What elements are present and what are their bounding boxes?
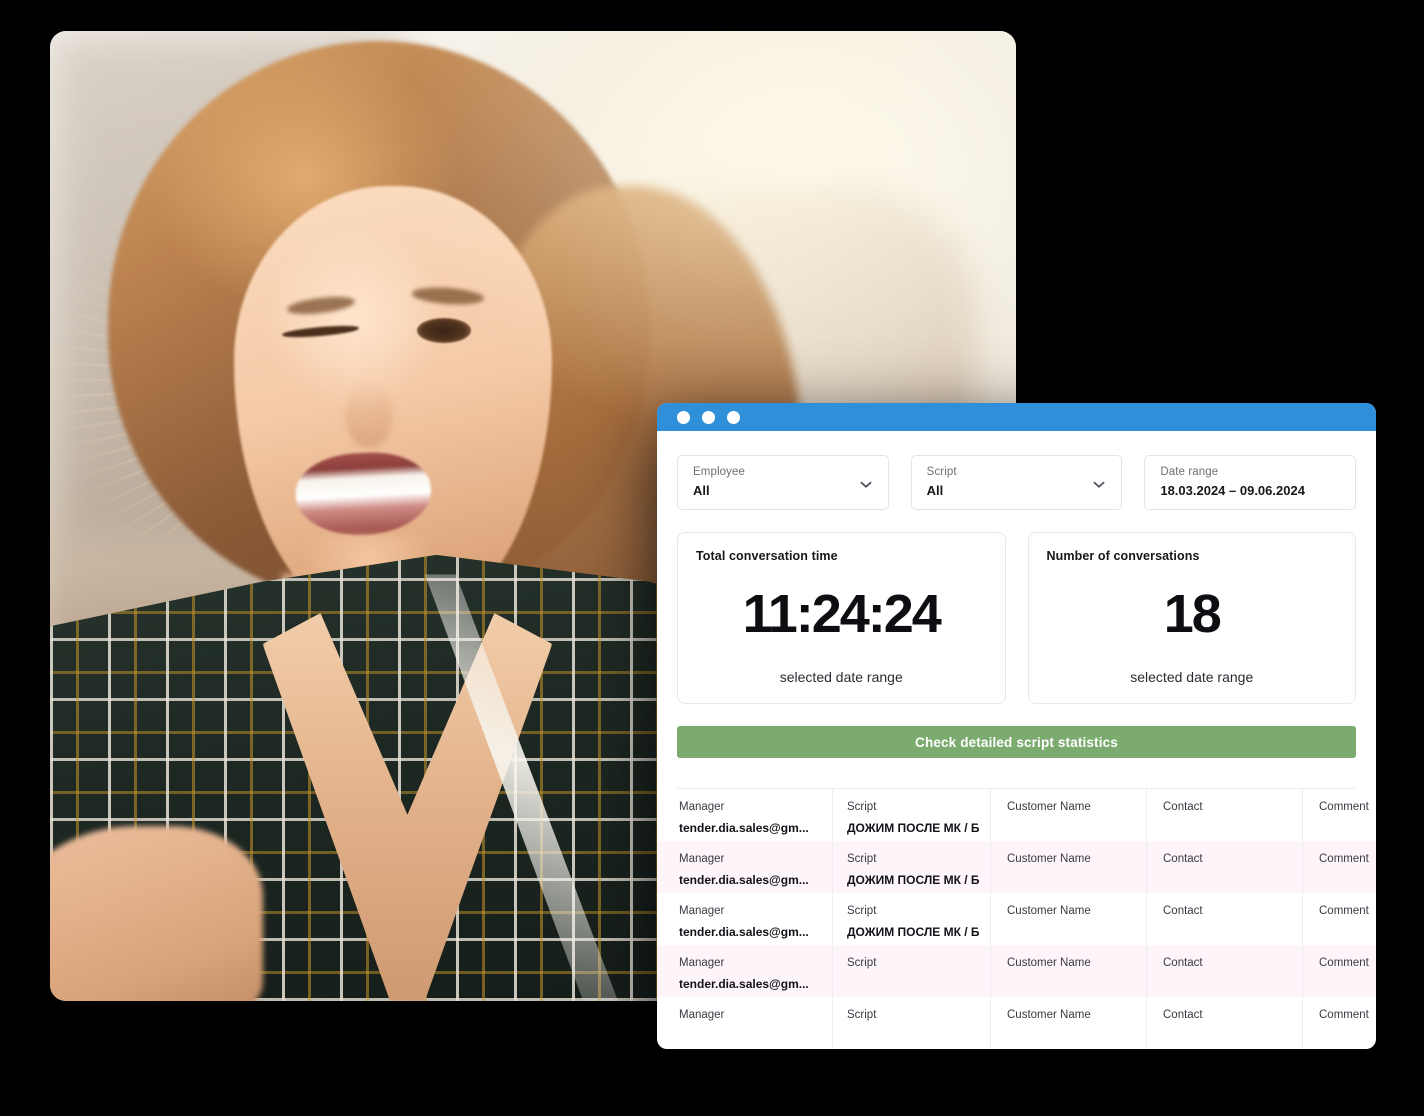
cell-customer-name: Customer Name bbox=[991, 893, 1147, 945]
cell-label: Customer Name bbox=[1007, 957, 1091, 969]
cell-value: tender.dia.sales@gm... bbox=[679, 821, 809, 835]
filter-script-value: All bbox=[926, 483, 944, 498]
cell-label: Manager bbox=[679, 905, 725, 917]
filter-date-range[interactable]: Date range 18.03.2024 – 09.06.2024 bbox=[1144, 455, 1357, 510]
cell-label: Customer Name bbox=[1007, 801, 1091, 813]
cell-value: tender.dia.sales@gm... bbox=[679, 925, 809, 939]
cell-script: Script bbox=[833, 997, 991, 1049]
cell-label: Script bbox=[847, 1009, 877, 1021]
cell-script: Script bbox=[833, 945, 991, 997]
cell-customer-name: Customer Name bbox=[991, 997, 1147, 1049]
cell-label: Contact bbox=[1163, 1009, 1203, 1021]
window-dot-maximize-icon[interactable] bbox=[727, 410, 740, 424]
filter-bar: Employee All Script All Date range 18.03… bbox=[677, 455, 1357, 510]
cell-customer-name: Customer Name bbox=[991, 789, 1147, 841]
cell-label: Contact bbox=[1163, 801, 1203, 813]
cell-script: Script ДОЖИМ ПОСЛЕ МК / Б... bbox=[833, 789, 991, 841]
conversations-table: Manager tender.dia.sales@gm... Script ДО… bbox=[657, 788, 1376, 1049]
cell-comment: Comment bbox=[1303, 997, 1376, 1049]
cell-value: tender.dia.sales@gm... bbox=[679, 977, 809, 991]
cell-label: Script bbox=[847, 853, 877, 865]
cell-label: Contact bbox=[1163, 905, 1203, 917]
window-titlebar bbox=[657, 403, 1376, 431]
cell-manager: Manager bbox=[677, 997, 833, 1049]
cell-customer-name: Customer Name bbox=[991, 945, 1147, 997]
cell-label: Comment bbox=[1319, 957, 1369, 969]
cell-customer-name: Customer Name bbox=[991, 841, 1147, 893]
photo-arm bbox=[50, 826, 263, 1001]
table-row[interactable]: Manager Script Customer Name Contact Com… bbox=[657, 997, 1376, 1049]
stat-cards: Total conversation time 11:24:24 selecte… bbox=[677, 532, 1356, 704]
table-row[interactable]: Manager tender.dia.sales@gm... Script ДО… bbox=[657, 893, 1376, 945]
cell-label: Customer Name bbox=[1007, 853, 1091, 865]
cell-contact: Contact bbox=[1147, 789, 1303, 841]
photo-nose bbox=[344, 380, 393, 449]
window-dot-minimize-icon[interactable] bbox=[702, 410, 715, 424]
cell-script: Script ДОЖИМ ПОСЛЕ МК / Б... bbox=[833, 841, 991, 893]
stat-card-total-conversation-time: Total conversation time 11:24:24 selecte… bbox=[677, 532, 1006, 704]
filter-employee-label: Employee bbox=[693, 466, 745, 478]
cell-label: Customer Name bbox=[1007, 1009, 1091, 1021]
table-row[interactable]: Manager tender.dia.sales@gm... Script Cu… bbox=[657, 945, 1376, 997]
cell-label: Comment bbox=[1319, 853, 1369, 865]
cell-value: ДОЖИМ ПОСЛЕ МК / Б... bbox=[847, 873, 980, 887]
chevron-down-icon[interactable] bbox=[858, 476, 874, 492]
cell-comment: Comment bbox=[1303, 841, 1376, 893]
cell-label: Script bbox=[847, 905, 877, 917]
cell-value: ДОЖИМ ПОСЛЕ МК / Б... bbox=[847, 925, 980, 939]
cell-script: Script ДОЖИМ ПОСЛЕ МК / Б... bbox=[833, 893, 991, 945]
cell-manager: Manager tender.dia.sales@gm... bbox=[677, 893, 833, 945]
filter-employee[interactable]: Employee All bbox=[677, 455, 889, 510]
stat-card-number-of-conversations: Number of conversations 18 selected date… bbox=[1027, 532, 1356, 704]
check-detailed-script-statistics-button[interactable]: Check detailed script statistics bbox=[677, 726, 1356, 758]
stat-subtitle: selected date range bbox=[1130, 669, 1254, 685]
cell-label: Manager bbox=[679, 957, 725, 969]
stat-value: 18 bbox=[1163, 584, 1222, 644]
cell-manager: Manager tender.dia.sales@gm... bbox=[677, 789, 833, 841]
cell-label: Script bbox=[847, 957, 877, 969]
cell-label: Contact bbox=[1163, 957, 1203, 969]
cell-label: Comment bbox=[1319, 905, 1369, 917]
cell-label: Script bbox=[847, 801, 877, 813]
cell-label: Customer Name bbox=[1007, 905, 1091, 917]
cell-value: ДОЖИМ ПОСЛЕ МК / Б... bbox=[847, 821, 980, 835]
cell-manager: Manager tender.dia.sales@gm... bbox=[677, 945, 833, 997]
cell-label: Manager bbox=[679, 801, 725, 813]
cell-comment: Comment bbox=[1303, 789, 1376, 841]
filter-script[interactable]: Script All bbox=[910, 455, 1123, 510]
cell-contact: Contact bbox=[1147, 997, 1303, 1049]
cell-label: Contact bbox=[1163, 853, 1203, 865]
cell-contact: Contact bbox=[1147, 841, 1303, 893]
screenshot-stage: Employee All Script All Date range 18.03… bbox=[0, 0, 1424, 1116]
cell-label: Comment bbox=[1319, 1009, 1369, 1021]
table-row[interactable]: Manager tender.dia.sales@gm... Script ДО… bbox=[657, 789, 1376, 841]
table-row[interactable]: Manager tender.dia.sales@gm... Script ДО… bbox=[657, 841, 1376, 893]
app-window: Employee All Script All Date range 18.03… bbox=[657, 403, 1376, 1049]
window-dot-close-icon[interactable] bbox=[677, 410, 690, 424]
cell-comment: Comment bbox=[1303, 945, 1376, 997]
cell-label: Manager bbox=[679, 853, 725, 865]
chevron-down-icon[interactable] bbox=[1091, 476, 1107, 492]
cell-label: Manager bbox=[679, 1009, 725, 1021]
cell-value: tender.dia.sales@gm... bbox=[679, 873, 809, 887]
filter-employee-value: All bbox=[693, 483, 710, 498]
stat-subtitle: selected date range bbox=[779, 669, 903, 685]
app-content: Employee All Script All Date range 18.03… bbox=[657, 431, 1376, 1049]
filter-script-label: Script bbox=[926, 466, 957, 478]
filter-date-range-value: 18.03.2024 – 09.06.2024 bbox=[1160, 483, 1305, 498]
cell-contact: Contact bbox=[1147, 893, 1303, 945]
cell-comment: Comment bbox=[1303, 893, 1376, 945]
cell-label: Comment bbox=[1319, 801, 1369, 813]
filter-date-range-label: Date range bbox=[1160, 466, 1219, 478]
stat-value: 11:24:24 bbox=[742, 584, 942, 644]
cell-manager: Manager tender.dia.sales@gm... bbox=[677, 841, 833, 893]
cell-contact: Contact bbox=[1147, 945, 1303, 997]
